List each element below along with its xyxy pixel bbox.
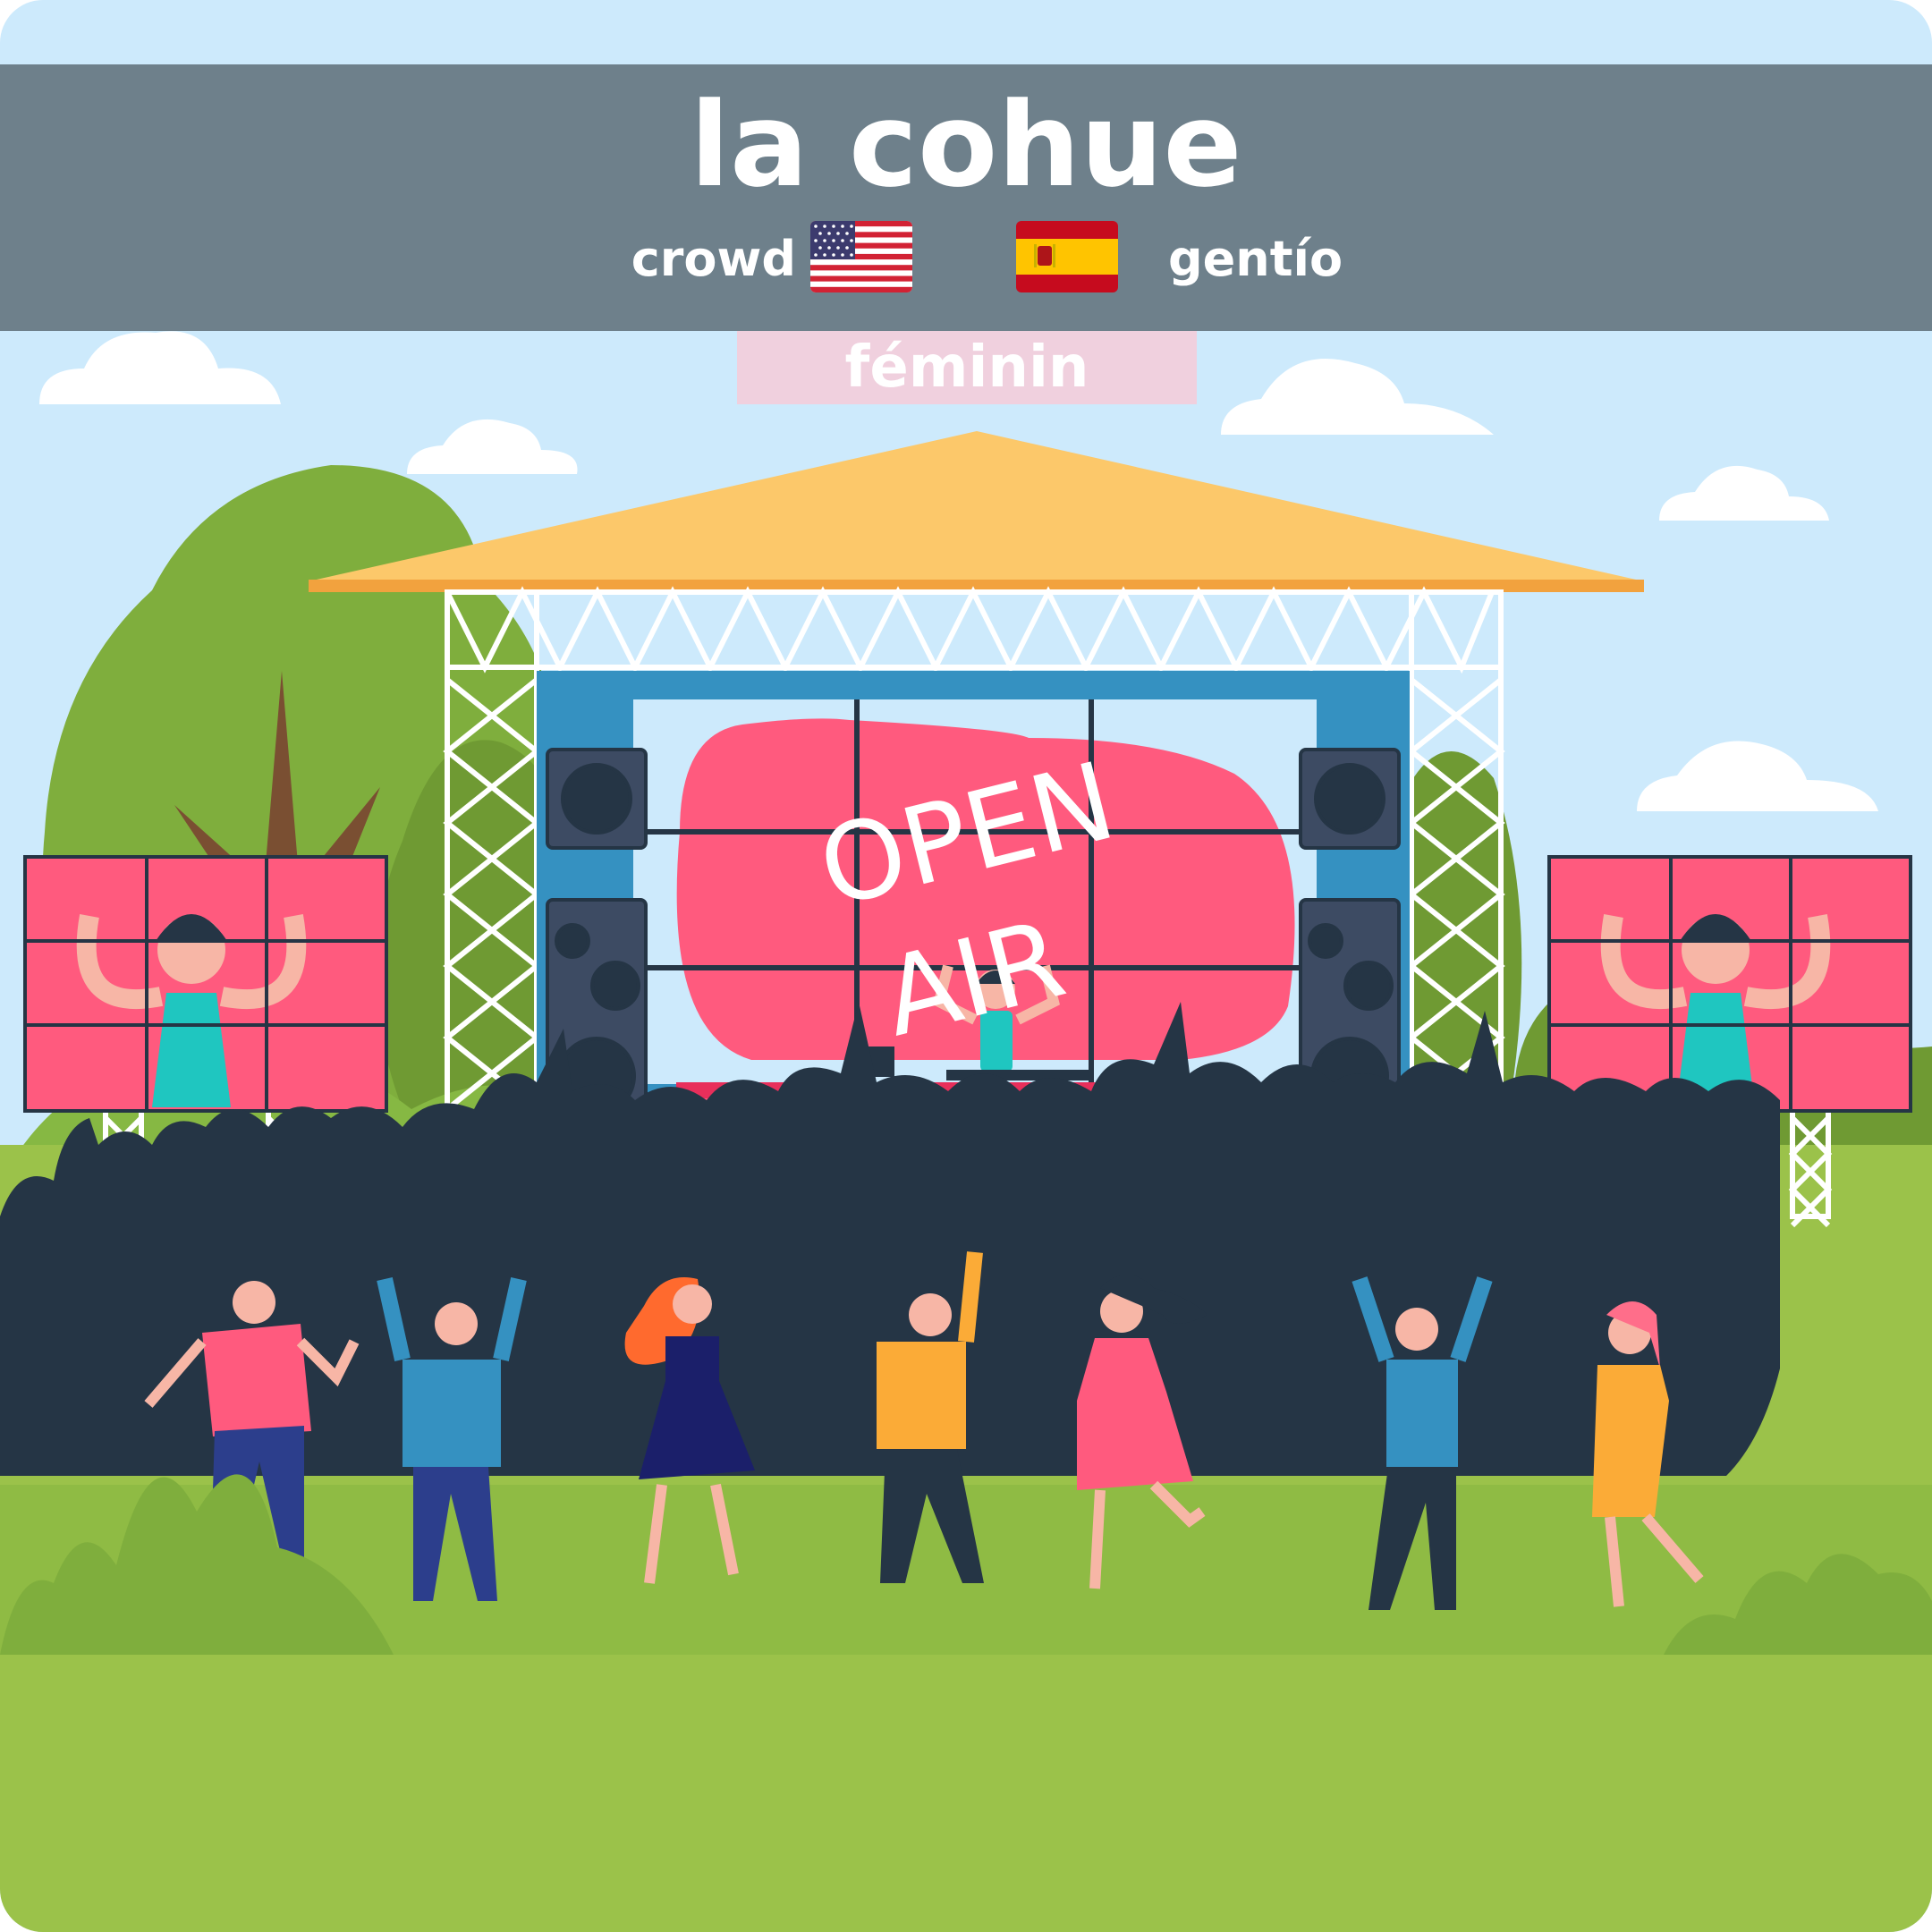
english-translation: crowd [631, 231, 796, 287]
gender-badge: féminin [737, 331, 1197, 404]
spain-flag-icon [1016, 221, 1118, 292]
side-screen-right [1547, 855, 1912, 1113]
spanish-translation: gentío [1168, 231, 1343, 287]
us-flag-icon [810, 221, 912, 292]
word-title: la cohue [690, 77, 1242, 213]
side-screen-left [23, 855, 388, 1113]
flashcard: OPEN AIR la cohue crowd gentío féminin [0, 0, 1932, 1932]
